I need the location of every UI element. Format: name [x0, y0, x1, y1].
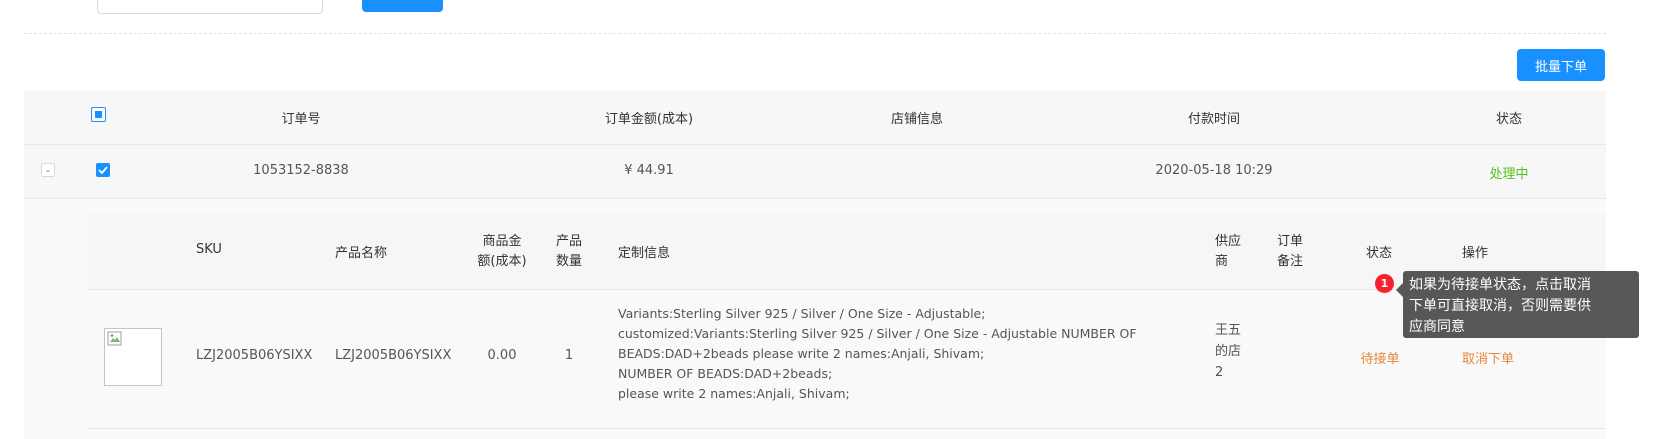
search-button[interactable]	[362, 0, 443, 12]
order-table-header: 订单号 订单金额(成本) 店铺信息 付款时间 状态	[24, 91, 1606, 145]
order-amount: ¥ 44.91	[624, 163, 674, 178]
header-custom-info: 定制信息	[618, 246, 671, 261]
header-product-name: 产品名称	[335, 246, 388, 261]
item-status: 待接单	[1360, 352, 1400, 367]
header-product-price: 商品金 额(成本)	[467, 232, 537, 272]
custom-info-line: NUMBER OF BEADS:DAD+2beads;	[618, 366, 833, 381]
header-quantity: 产品 数量	[549, 232, 589, 272]
header-item-status: 状态	[1365, 246, 1392, 261]
header-sku: SKU	[196, 242, 222, 257]
header-store-info: 店铺信息	[890, 112, 943, 127]
product-image	[104, 328, 162, 386]
custom-info: Variants:Sterling Silver 925 / Silver / …	[618, 304, 1168, 404]
header-supplier: 供应 商	[1215, 232, 1245, 272]
product-sku: LZJ2005B06YSIXX	[196, 348, 313, 363]
header-order-no: 订单号	[281, 112, 321, 127]
header-status: 状态	[1495, 112, 1522, 127]
order-status: 处理中	[1489, 167, 1529, 182]
header-product-price-line2: 额(成本)	[477, 254, 527, 269]
order-checkbox[interactable]	[96, 163, 110, 177]
product-price: 0.00	[487, 348, 517, 363]
supplier-name: 王五 的店 2	[1215, 320, 1241, 383]
divider	[24, 33, 1606, 34]
header-action: 操作	[1462, 246, 1489, 261]
custom-info-line: customized:Variants:Sterling Silver 925 …	[618, 326, 1137, 341]
tooltip-arrow	[1396, 283, 1403, 297]
collapse-toggle[interactable]: -	[41, 163, 55, 177]
supplier-name-line1: 王五	[1215, 323, 1242, 338]
header-paid-time: 付款时间	[1187, 112, 1240, 127]
header-supplier-line2: 商	[1215, 254, 1229, 269]
product-quantity: 1	[564, 348, 574, 363]
product-name: LZJ2005B06YSIXX	[335, 348, 452, 363]
search-input[interactable]	[97, 0, 323, 14]
header-supplier-line1: 供应	[1215, 234, 1242, 249]
supplier-name-line3: 2	[1215, 365, 1224, 380]
custom-info-line: Variants:Sterling Silver 925 / Silver / …	[618, 306, 986, 321]
header-product-price-line1: 商品金	[482, 234, 522, 249]
cancel-order-link[interactable]: 取消下单	[1462, 348, 1514, 367]
header-order-remark-line2: 备注	[1277, 254, 1304, 269]
header-quantity-line1: 产品	[555, 234, 582, 249]
custom-info-line: BEADS:DAD+2beads please write 2 names:An…	[618, 346, 985, 361]
order-row: - 1053152-8838 ¥ 44.91 2020-05-18 10:29 …	[24, 145, 1606, 199]
check-icon	[98, 166, 108, 174]
supplier-name-line2: 的店	[1215, 344, 1242, 359]
select-all-checkbox[interactable]	[91, 107, 106, 122]
tooltip-line: 应商同意	[1409, 319, 1465, 335]
tooltip-line: 如果为待接单状态，点击取消	[1409, 277, 1591, 293]
custom-info-line: please write 2 names:Anjali, Shivam;	[618, 386, 850, 401]
broken-image-icon	[107, 331, 122, 346]
paid-time: 2020-05-18 10:29	[1155, 163, 1273, 178]
cancel-hint-tooltip: 如果为待接单状态，点击取消 下单可直接取消，否则需要供 应商同意	[1403, 271, 1639, 338]
minus-icon: -	[41, 163, 55, 177]
header-quantity-line2: 数量	[555, 254, 582, 269]
header-order-remark-line1: 订单	[1277, 234, 1304, 249]
help-badge[interactable]: 1	[1375, 274, 1394, 293]
header-order-remark: 订单 备注	[1277, 232, 1307, 272]
header-order-amount: 订单金额(成本)	[604, 112, 694, 127]
order-number: 1053152-8838	[253, 163, 349, 178]
batch-order-button[interactable]: 批量下单	[1517, 49, 1605, 81]
tooltip-line: 下单可直接取消，否则需要供	[1409, 298, 1591, 314]
